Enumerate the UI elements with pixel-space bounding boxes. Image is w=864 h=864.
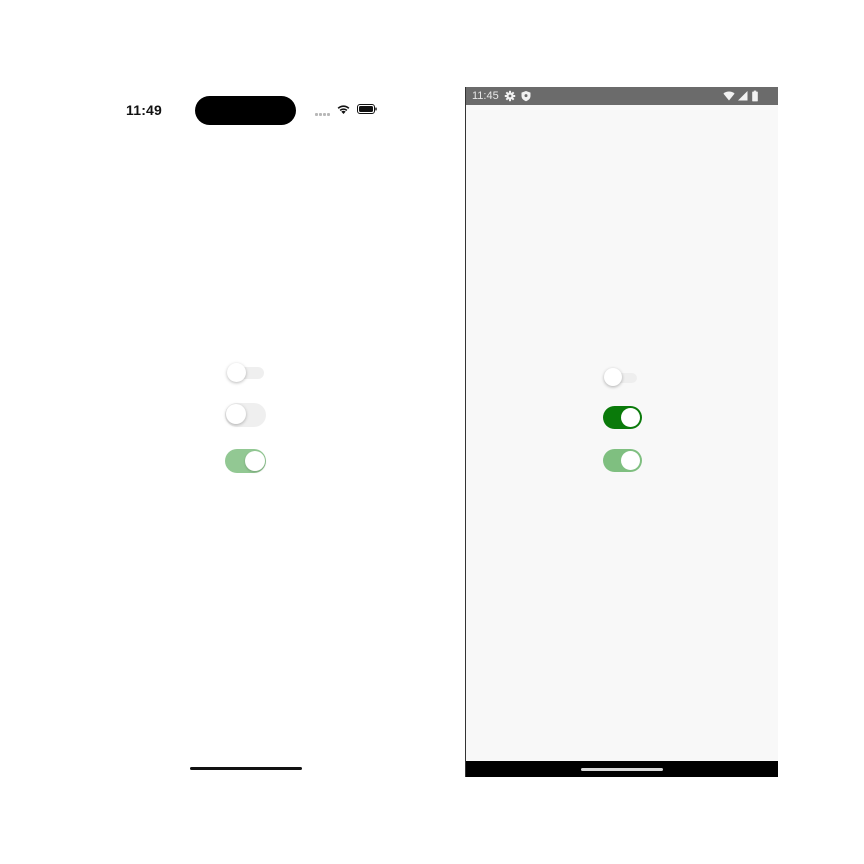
comparison-stage: 11:49 11:45 [0,0,864,864]
android-switch-on-dark[interactable] [602,405,644,431]
switch-thumb [227,363,246,382]
cellular-signal-icon [738,91,748,101]
switch-thumb [621,451,640,470]
android-navigation-bar [466,761,778,777]
ios-small-switch-off[interactable] [226,363,266,383]
dynamic-island [195,96,296,125]
ios-screen: 11:49 [108,86,382,776]
battery-icon [357,104,377,114]
android-small-switch-off[interactable] [603,367,643,389]
switch-thumb [604,368,622,386]
ios-switch-on[interactable] [225,448,267,474]
android-switch-on-light[interactable] [602,448,644,474]
switch-thumb [245,451,265,471]
shield-icon [521,91,531,102]
switch-thumb [226,404,246,424]
android-status-bar: 11:45 [466,87,778,105]
gesture-handle[interactable] [581,768,663,771]
ios-switch-off[interactable] [225,402,267,428]
home-indicator[interactable] [190,767,302,770]
wifi-icon [337,105,350,114]
cellular-signal-icon [315,112,331,116]
wifi-icon [723,91,735,101]
switch-thumb [621,408,640,427]
ios-status-time: 11:49 [126,102,163,118]
android-status-time: 11:45 [472,90,499,102]
android-screen: 11:45 [465,87,778,777]
battery-icon [752,90,758,102]
gear-icon [504,90,516,102]
